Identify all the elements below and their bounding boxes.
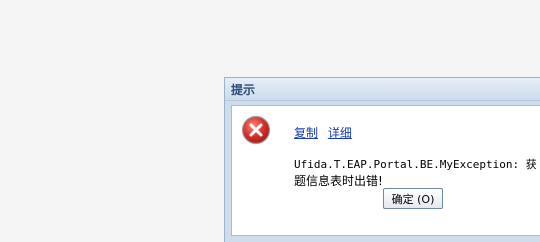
copy-link[interactable]: 复制 [294,126,318,140]
dialog-titlebar[interactable]: 提示 [225,78,540,101]
dialog-title: 提示 [231,83,256,97]
error-message: Ufida.T.EAP.Portal.BE.MyException: 获 题信息… [294,156,540,189]
error-message-line1: Ufida.T.EAP.Portal.BE.MyException: 获 [294,158,537,171]
dialog-links: 复制 详细 [294,124,358,141]
dialog-body: 复制 详细 Ufida.T.EAP.Portal.BE.MyException:… [231,105,540,236]
error-icon [241,115,271,145]
details-link[interactable]: 详细 [328,126,352,140]
ok-button[interactable]: 确定 (O) [383,188,443,209]
message-dialog: 提示 复制 详细 Ufida.T.EAP.Portal.BE.MyExcepti… [224,77,540,242]
error-message-line2: 题信息表时出错! [294,174,383,188]
